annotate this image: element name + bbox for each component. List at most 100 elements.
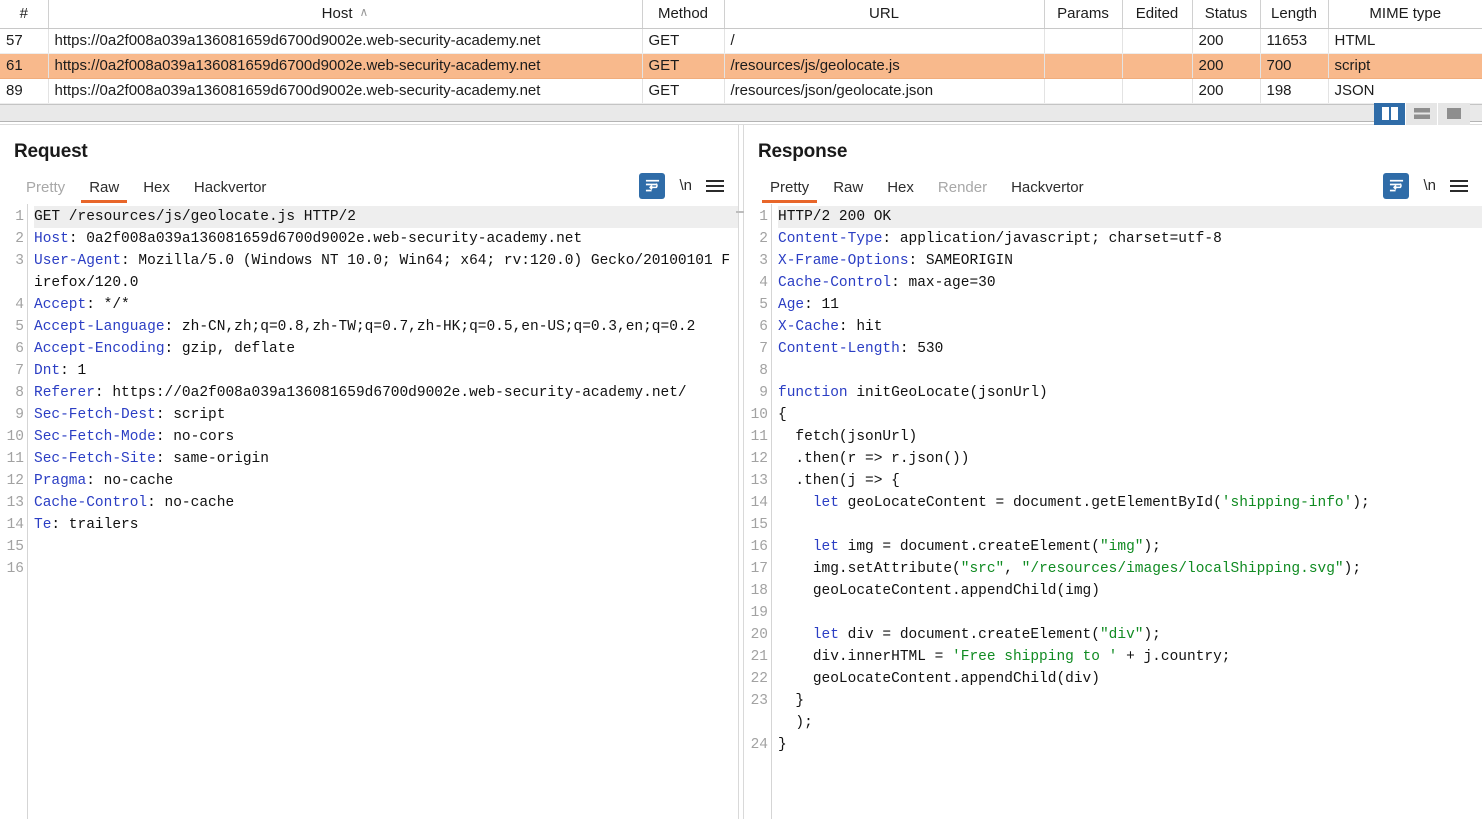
line-number: 13 [0,492,27,514]
single-pane-icon[interactable] [1438,103,1470,125]
column-header-mime-label: MIME type [1369,5,1441,22]
column-header-num-label: # [20,5,28,22]
header-name: X-Cache [778,319,839,335]
column-header-method[interactable]: Method [642,0,724,28]
header-name: Pragma [34,473,86,489]
response-content[interactable]: HTTP/2 200 OKContent-Type: application/j… [772,204,1482,819]
line-number: 18 [744,580,771,602]
header-name: Dnt [34,363,60,379]
line-number: 19 [744,602,771,624]
column-header-edited-label: Edited [1136,5,1179,22]
table-row[interactable]: 61https://0a2f008a039a136081659d6700d900… [0,53,1482,78]
line-number: 20 [744,624,771,646]
sort-ascending-icon: ∧ [360,5,369,19]
response-tab-pretty[interactable]: Pretty [758,179,821,203]
table-cell-url: /resources/js/geolocate.js [724,53,1044,78]
request-tab-tools: \n [639,173,724,199]
code-text: { [778,407,787,423]
code-line: let img = document.createElement("img"); [778,536,1482,558]
response-tab-render[interactable]: Render [926,179,999,203]
code-text: img = document.createElement( [839,539,1100,555]
column-header-status-label: Status [1205,5,1248,22]
header-name: Te [34,517,51,533]
table-cell-num: 61 [0,53,48,78]
request-tab-hackvertor[interactable]: Hackvertor [182,179,279,203]
line-number: 21 [744,646,771,668]
line-number: 4 [0,294,27,316]
response-code-view[interactable]: 123456789101112131415161718192021222324 … [744,203,1482,819]
column-header-url[interactable]: URL [724,0,1044,28]
line-number: 12 [0,470,27,492]
table-header-row: # Host∧ Method URL Params Edited Status … [0,0,1482,28]
code-text: : script [156,407,226,423]
word-wrap-icon[interactable] [639,173,665,199]
column-header-length[interactable]: Length [1260,0,1328,28]
code-text: geoLocateContent.appendChild(div) [778,671,1100,687]
line-number: 12 [744,448,771,470]
code-text: geoLocateContent = document.getElementBy… [839,495,1222,511]
table-cell-edited [1122,78,1192,103]
header-name: Cache-Control [778,275,891,291]
string-literal: "src" [961,561,1005,577]
request-tab-pretty[interactable]: Pretty [14,179,77,203]
keyword: let [813,627,839,643]
code-line: fetch(jsonUrl) [778,426,1482,448]
column-header-host[interactable]: Host∧ [48,0,642,28]
table-cell-params [1044,53,1122,78]
code-text [778,495,813,511]
line-number: 14 [0,514,27,536]
column-header-mime[interactable]: MIME type [1328,0,1482,28]
header-name: Accept-Language [34,319,165,335]
code-text: } [778,737,787,753]
code-text: ); [1143,627,1160,643]
table-cell-url: /resources/json/geolocate.json [724,78,1044,103]
menu-icon[interactable] [706,180,724,192]
table-cell-length: 700 [1260,53,1328,78]
line-number: 2 [744,228,771,250]
code-text: : no-cache [147,495,234,511]
response-panel: Response PrettyRawHexRenderHackvertor \n [744,125,1482,819]
code-text: ); [778,715,813,731]
line-number: 6 [744,316,771,338]
code-line: div.innerHTML = 'Free shipping to ' + j.… [778,646,1482,668]
header-name: Content-Length [778,341,900,357]
request-tab-hex[interactable]: Hex [131,179,182,203]
newline-icon[interactable]: \n [1423,177,1436,194]
request-tab-raw[interactable]: Raw [77,179,131,203]
line-number: 23 [744,690,771,712]
code-line [778,514,1482,536]
code-line: X-Frame-Options: SAMEORIGIN [778,250,1482,272]
table-row[interactable]: 57https://0a2f008a039a136081659d6700d900… [0,28,1482,53]
code-line: let geoLocateContent = document.getEleme… [778,492,1482,514]
menu-icon[interactable] [1450,180,1468,192]
word-wrap-icon[interactable] [1383,173,1409,199]
code-line: Accept-Encoding: gzip, deflate [34,338,738,360]
request-content[interactable]: GET /resources/js/geolocate.js HTTP/2Hos… [28,204,738,819]
split-vertical-icon[interactable] [1374,103,1406,125]
split-horizontal-icon[interactable] [1406,103,1438,125]
code-line [778,360,1482,382]
table-cell-status: 200 [1192,28,1260,53]
column-header-params[interactable]: Params [1044,0,1122,28]
string-literal: "img" [1100,539,1144,555]
header-name: Host [34,231,69,247]
column-header-num[interactable]: # [0,0,48,28]
horizontal-splitter[interactable] [0,104,1482,122]
response-tab-raw[interactable]: Raw [821,179,875,203]
table-cell-method: GET [642,78,724,103]
column-header-edited[interactable]: Edited [1122,0,1192,28]
http-history-table[interactable]: # Host∧ Method URL Params Edited Status … [0,0,1482,104]
line-number: 16 [744,536,771,558]
table-row[interactable]: 89https://0a2f008a039a136081659d6700d900… [0,78,1482,103]
request-code-view[interactable]: 12345678910111213141516 GET /resources/j… [0,203,738,819]
code-line: HTTP/2 200 OK [778,206,1482,228]
table-cell-host: https://0a2f008a039a136081659d6700d9002e… [48,28,642,53]
newline-icon[interactable]: \n [679,177,692,194]
column-header-status[interactable]: Status [1192,0,1260,28]
line-number: 17 [744,558,771,580]
code-line: Sec-Fetch-Dest: script [34,404,738,426]
response-tab-hex[interactable]: Hex [875,179,926,203]
code-text: HTTP/2 200 OK [778,209,891,225]
line-number: 1 [0,206,27,228]
response-tab-hackvertor[interactable]: Hackvertor [999,179,1096,203]
